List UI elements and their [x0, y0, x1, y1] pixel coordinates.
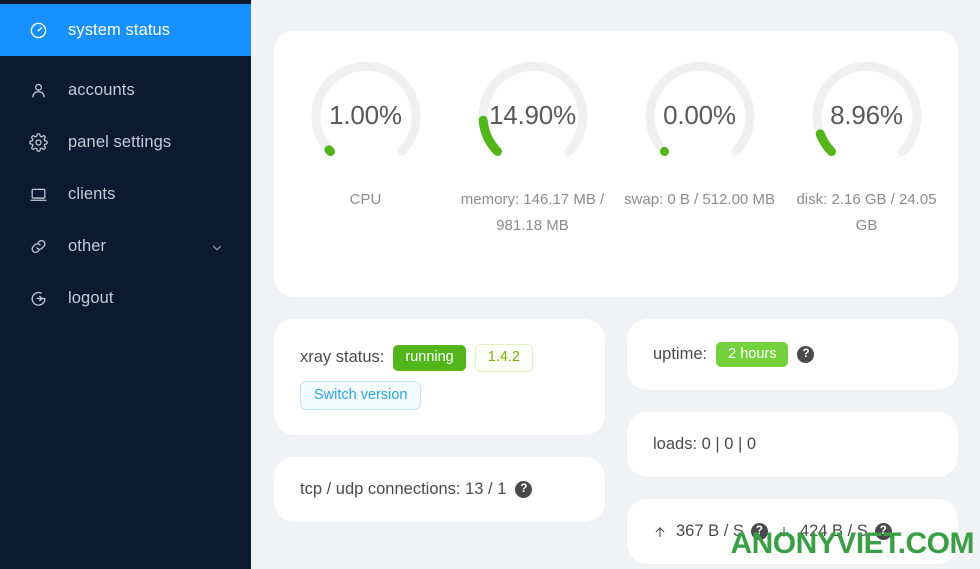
- status-grid: xray status: running 1.4.2 Switch versio…: [274, 319, 958, 565]
- dashboard-icon: [28, 20, 48, 40]
- gauge-cpu: 1.00% CPU: [282, 51, 449, 213]
- app-root: system status accounts panel settings cl…: [0, 0, 980, 569]
- system-gauges-card: 1.00% CPU 14.90% memory: 146.17 MB / 981…: [274, 31, 958, 297]
- gauge-ring-disk: 8.96%: [802, 51, 932, 181]
- xray-version-badge: 1.4.2: [474, 344, 533, 372]
- uptime-label: uptime:: [653, 345, 708, 364]
- gauge-value: 1.00%: [329, 99, 402, 130]
- sidebar-item-system-status[interactable]: system status: [0, 4, 251, 56]
- sidebar-item-panel-settings[interactable]: panel settings: [0, 116, 251, 168]
- gauge-ring-swap: 0.00%: [635, 51, 765, 181]
- help-icon[interactable]: ?: [750, 523, 768, 541]
- arrow-down-icon: [777, 525, 791, 539]
- gauge-memory: 14.90% memory: 146.17 MB / 981.18 MB: [449, 51, 616, 239]
- main-content: 1.00% CPU 14.90% memory: 146.17 MB / 981…: [251, 0, 980, 569]
- gauge-label: disk: 2.16 GB / 24.05 GB: [796, 191, 937, 234]
- loads-card: loads: 0 | 0 | 0: [627, 412, 958, 478]
- gauge-ring-cpu: 1.00%: [301, 51, 431, 181]
- sidebar-item-label: logout: [68, 288, 114, 307]
- sidebar-item-label: clients: [68, 184, 116, 203]
- laptop-icon: [28, 184, 48, 204]
- gauge-value: 8.96%: [830, 99, 903, 130]
- help-icon[interactable]: ?: [515, 481, 533, 498]
- uptime-badge: 2 hours: [716, 342, 789, 368]
- gauge-disk: 8.96% disk: 2.16 GB / 24.05 GB: [783, 51, 950, 239]
- gauge-value: 0.00%: [663, 99, 736, 130]
- sidebar-item-other[interactable]: other: [0, 220, 251, 272]
- download-speed-value: 424 B / S: [799, 522, 868, 541]
- sidebar: system status accounts panel settings cl…: [0, 0, 251, 569]
- gauge-label: swap: 0 B / 512.00 MB: [624, 191, 775, 208]
- xray-status-badge: running: [393, 345, 466, 371]
- network-speed-card: 367 B / S ? 424 B / S ?: [627, 499, 958, 565]
- sidebar-item-clients[interactable]: clients: [0, 168, 251, 220]
- xray-status-card: xray status: running 1.4.2 Switch versio…: [274, 319, 605, 435]
- download-speed-group: 424 B / S ?: [777, 522, 892, 541]
- gauge-swap: 0.00% swap: 0 B / 512.00 MB: [616, 51, 783, 213]
- sidebar-item-label: system status: [68, 20, 171, 39]
- user-icon: [28, 80, 48, 100]
- connections-card: tcp / udp connections: 13 / 1 ?: [274, 457, 605, 522]
- gauge-label: CPU: [349, 191, 382, 208]
- arrow-up-icon: [653, 525, 667, 539]
- connections-label: tcp / udp connections: 13 / 1: [300, 480, 507, 498]
- help-icon[interactable]: ?: [874, 523, 892, 541]
- status-column-left: xray status: running 1.4.2 Switch versio…: [274, 319, 605, 564]
- gauge-label: memory: 146.17 MB / 981.18 MB: [460, 191, 605, 234]
- upload-speed-value: 367 B / S: [676, 522, 744, 541]
- xray-status-label: xray status:: [300, 348, 385, 367]
- gauge-value: 14.90%: [489, 99, 576, 130]
- gauge-ring-memory: 14.90%: [468, 51, 598, 181]
- sidebar-item-label: accounts: [68, 80, 135, 99]
- sidebar-item-logout[interactable]: logout: [0, 272, 251, 324]
- sidebar-item-label: panel settings: [68, 132, 172, 151]
- logout-icon: [28, 288, 48, 308]
- link-icon: [28, 236, 48, 256]
- chevron-down-icon[interactable]: [211, 240, 223, 252]
- switch-version-button[interactable]: Switch version: [300, 380, 422, 410]
- sidebar-item-label: other: [68, 236, 107, 255]
- upload-speed-group: 367 B / S ?: [653, 522, 768, 541]
- loads-label: loads: 0 | 0 | 0: [653, 435, 757, 454]
- status-column-right: uptime: 2 hours ? loads: 0 | 0 | 0 367 B…: [627, 319, 958, 565]
- help-icon[interactable]: ?: [797, 346, 815, 364]
- gear-icon: [28, 132, 48, 152]
- sidebar-item-accounts[interactable]: accounts: [0, 64, 251, 116]
- gauges-row: 1.00% CPU 14.90% memory: 146.17 MB / 981…: [282, 51, 950, 297]
- uptime-card: uptime: 2 hours ?: [627, 319, 958, 391]
